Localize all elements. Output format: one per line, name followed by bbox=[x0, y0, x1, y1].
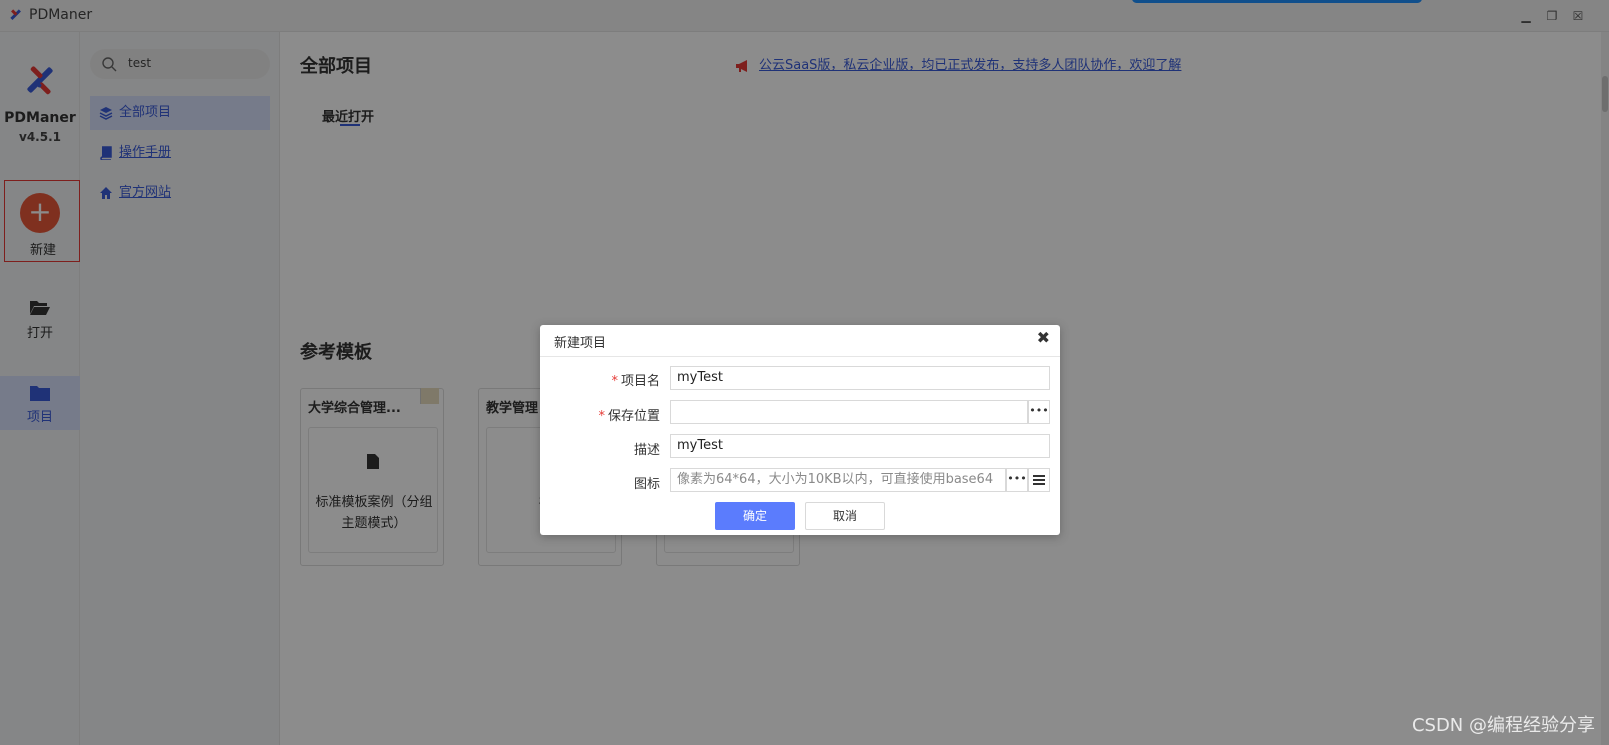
icon-label: 图标 bbox=[633, 477, 660, 492]
path-label: * 保存位置 bbox=[598, 409, 660, 424]
desc-label: 描述 bbox=[633, 443, 660, 458]
close-icon[interactable]: ✖ bbox=[1037, 328, 1050, 347]
new-project-dialog: 新建项目 ✖ * 项目名 myTest * 保存位置 ••• 描述 myTest 图… bbox=[540, 325, 1060, 535]
watermark: CSDN @编程经验分享 bbox=[1411, 715, 1595, 736]
ok-button[interactable]: 确定 bbox=[715, 502, 795, 530]
icon-input[interactable]: 像素为64*64，大小为10KB以内，可直接使用base64 bbox=[670, 468, 1006, 492]
project-name-input[interactable]: myTest bbox=[670, 366, 1050, 390]
description-input[interactable]: myTest bbox=[670, 434, 1050, 458]
dialog-divider bbox=[540, 356, 1060, 357]
name-label: * 项目名 bbox=[611, 374, 660, 389]
required-mark: * bbox=[598, 409, 605, 424]
required-mark: * bbox=[611, 374, 618, 389]
menu-icon[interactable] bbox=[1028, 468, 1050, 492]
browse-icon-button[interactable]: ••• bbox=[1006, 468, 1028, 492]
dialog-title: 新建项目 bbox=[554, 336, 607, 351]
save-path-input[interactable] bbox=[670, 400, 1028, 424]
browse-path-button[interactable]: ••• bbox=[1028, 400, 1050, 424]
cancel-button[interactable]: 取消 bbox=[805, 502, 885, 530]
